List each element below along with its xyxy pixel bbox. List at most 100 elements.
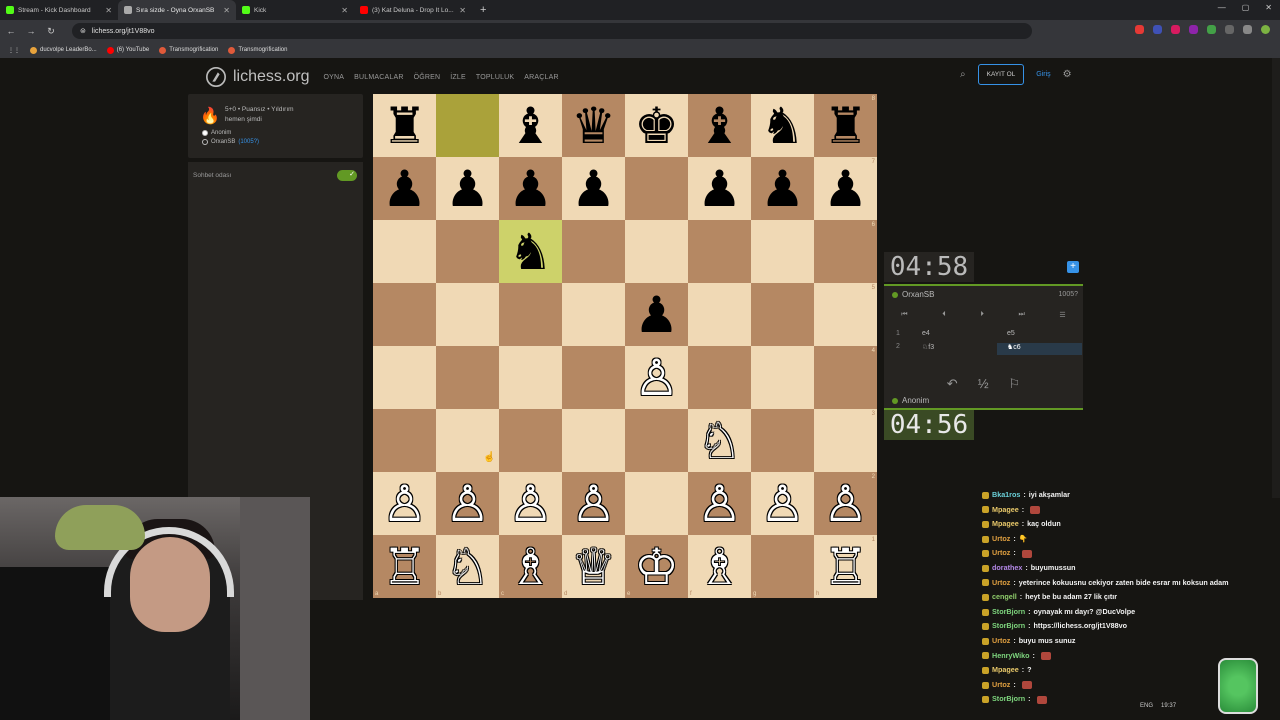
chess-piece-icon[interactable]: ♜ [823, 101, 868, 151]
board-square-d3[interactable] [562, 409, 625, 472]
board-square-c8[interactable]: ♝ [499, 94, 562, 157]
forward-icon[interactable]: → [26, 26, 36, 36]
chess-piece-icon[interactable]: ♟ [697, 164, 742, 214]
chess-piece-icon[interactable]: ♟ [571, 164, 616, 214]
back-icon[interactable]: ← [6, 26, 16, 36]
board-square-b7[interactable]: ♟ [436, 157, 499, 220]
board-square-f3[interactable]: ♘ [688, 409, 751, 472]
chat-username[interactable]: Urtoz [992, 546, 1010, 561]
chess-piece-icon[interactable]: ♔ [634, 542, 679, 592]
prev-move-icon[interactable]: ⏴ [942, 311, 946, 319]
board-square-e4[interactable]: ♙ [625, 346, 688, 409]
board-square-g2[interactable]: ♙ [751, 472, 814, 535]
extension-icon[interactable] [1171, 25, 1180, 34]
chat-toggle[interactable] [337, 170, 357, 181]
board-square-a3[interactable] [373, 409, 436, 472]
chess-piece-icon[interactable]: ♗ [508, 542, 553, 592]
extension-icon[interactable] [1189, 25, 1198, 34]
board-square-f2[interactable]: ♙ [688, 472, 751, 535]
add-time-button[interactable]: + [1067, 261, 1079, 273]
board-square-d4[interactable] [562, 346, 625, 409]
bookmark-item[interactable]: Transmogrification [228, 46, 287, 54]
browser-tab[interactable]: Stream - Kick Dashboard ✕ [0, 0, 118, 20]
draw-offer-icon[interactable]: ½ [978, 376, 989, 392]
last-move-icon[interactable]: ⏭ [1018, 311, 1024, 319]
chat-username[interactable]: Urtoz [992, 532, 1010, 547]
chat-username[interactable]: Urtoz [992, 576, 1010, 591]
board-square-e7[interactable] [625, 157, 688, 220]
maximize-icon[interactable]: ▢ [1242, 3, 1250, 12]
chess-piece-icon[interactable]: ♟ [508, 164, 553, 214]
board-square-f1[interactable]: ♗ f [688, 535, 751, 598]
board-square-d6[interactable] [562, 220, 625, 283]
minimize-icon[interactable]: — [1218, 3, 1226, 12]
chess-piece-icon[interactable]: ♟ [823, 164, 868, 214]
nav-tools[interactable]: ARAÇLAR [524, 74, 558, 81]
first-move-icon[interactable]: ⏮ [901, 311, 907, 319]
chess-piece-icon[interactable]: ♝ [697, 101, 742, 151]
chess-piece-icon[interactable]: ♚ [634, 101, 679, 151]
menu-icon[interactable]: ☰ [1059, 311, 1065, 319]
chess-piece-icon[interactable]: ♙ [823, 479, 868, 529]
board-square-d7[interactable]: ♟ [562, 157, 625, 220]
chess-piece-icon[interactable]: ♙ [382, 479, 427, 529]
site-info-icon[interactable]: ⊜ [80, 27, 86, 35]
tab-close-icon[interactable]: ✕ [459, 6, 466, 15]
board-square-f4[interactable] [688, 346, 751, 409]
board-square-e8[interactable]: ♚ [625, 94, 688, 157]
board-square-h2[interactable]: ♙ 2 [814, 472, 877, 535]
chess-piece-icon[interactable]: ♘ [697, 416, 742, 466]
board-square-d2[interactable]: ♙ [562, 472, 625, 535]
browser-tab[interactable]: (3) Kat Deluna - Drop It Lo... ✕ [354, 0, 472, 20]
board-square-g1[interactable]: g [751, 535, 814, 598]
board-square-c4[interactable] [499, 346, 562, 409]
nav-watch[interactable]: İZLE [450, 74, 466, 81]
board-square-b5[interactable] [436, 283, 499, 346]
board-square-e3[interactable] [625, 409, 688, 472]
chess-piece-icon[interactable]: ♝ [508, 101, 553, 151]
puzzle-icon[interactable] [1225, 25, 1234, 34]
chess-piece-icon[interactable]: ♗ [697, 542, 742, 592]
chess-piece-icon[interactable]: ♘ [445, 542, 490, 592]
board-square-g7[interactable]: ♟ [751, 157, 814, 220]
board-square-g3[interactable] [751, 409, 814, 472]
chess-piece-icon[interactable]: ♟ [382, 164, 427, 214]
chat-username[interactable]: HenryWiko [992, 649, 1029, 664]
board-square-d8[interactable]: ♛ [562, 94, 625, 157]
site-logo[interactable]: lichess.org [205, 66, 309, 88]
apps-icon[interactable]: ⋮⋮ [8, 47, 20, 54]
tab-close-icon[interactable]: ✕ [341, 6, 348, 15]
chat-username[interactable]: Mpagee [992, 517, 1019, 532]
board-square-a5[interactable] [373, 283, 436, 346]
board-square-d5[interactable] [562, 283, 625, 346]
board-square-h4[interactable]: 4 [814, 346, 877, 409]
avatar[interactable] [1261, 25, 1270, 34]
download-icon[interactable] [1243, 25, 1252, 34]
bookmark-item[interactable]: ducvolpe LeaderBo... [30, 46, 97, 54]
chess-piece-icon[interactable]: ♖ [823, 542, 868, 592]
chat-username[interactable]: StorBjorn [992, 619, 1025, 634]
chess-piece-icon[interactable]: ♞ [760, 101, 805, 151]
board-square-a7[interactable]: ♟ [373, 157, 436, 220]
chess-piece-icon[interactable]: ♖ [382, 542, 427, 592]
board-square-c6[interactable]: ♞ [499, 220, 562, 283]
chess-piece-icon[interactable]: ♕ [571, 542, 616, 592]
board-square-f8[interactable]: ♝ [688, 94, 751, 157]
chess-piece-icon[interactable]: ♛ [571, 101, 616, 151]
reload-icon[interactable]: ↻ [46, 26, 56, 37]
board-square-f5[interactable] [688, 283, 751, 346]
board-square-f7[interactable]: ♟ [688, 157, 751, 220]
player-name[interactable]: OrxanSB [902, 290, 934, 299]
move-black[interactable]: e5 [997, 330, 1082, 342]
browser-tab[interactable]: Kick ✕ [236, 0, 354, 20]
gear-icon[interactable]: ⚙ [1063, 69, 1072, 80]
chess-piece-icon[interactable]: ♙ [508, 479, 553, 529]
board-square-d1[interactable]: ♕ d [562, 535, 625, 598]
chess-piece-icon[interactable]: ♟ [760, 164, 805, 214]
takeback-icon[interactable]: ↶ [947, 376, 958, 392]
search-icon[interactable]: ⌕ [960, 69, 966, 80]
chat-username[interactable]: Mpagee [992, 503, 1019, 518]
board-square-a2[interactable]: ♙ [373, 472, 436, 535]
board-square-a1[interactable]: ♖ a [373, 535, 436, 598]
board-square-h5[interactable]: 5 [814, 283, 877, 346]
